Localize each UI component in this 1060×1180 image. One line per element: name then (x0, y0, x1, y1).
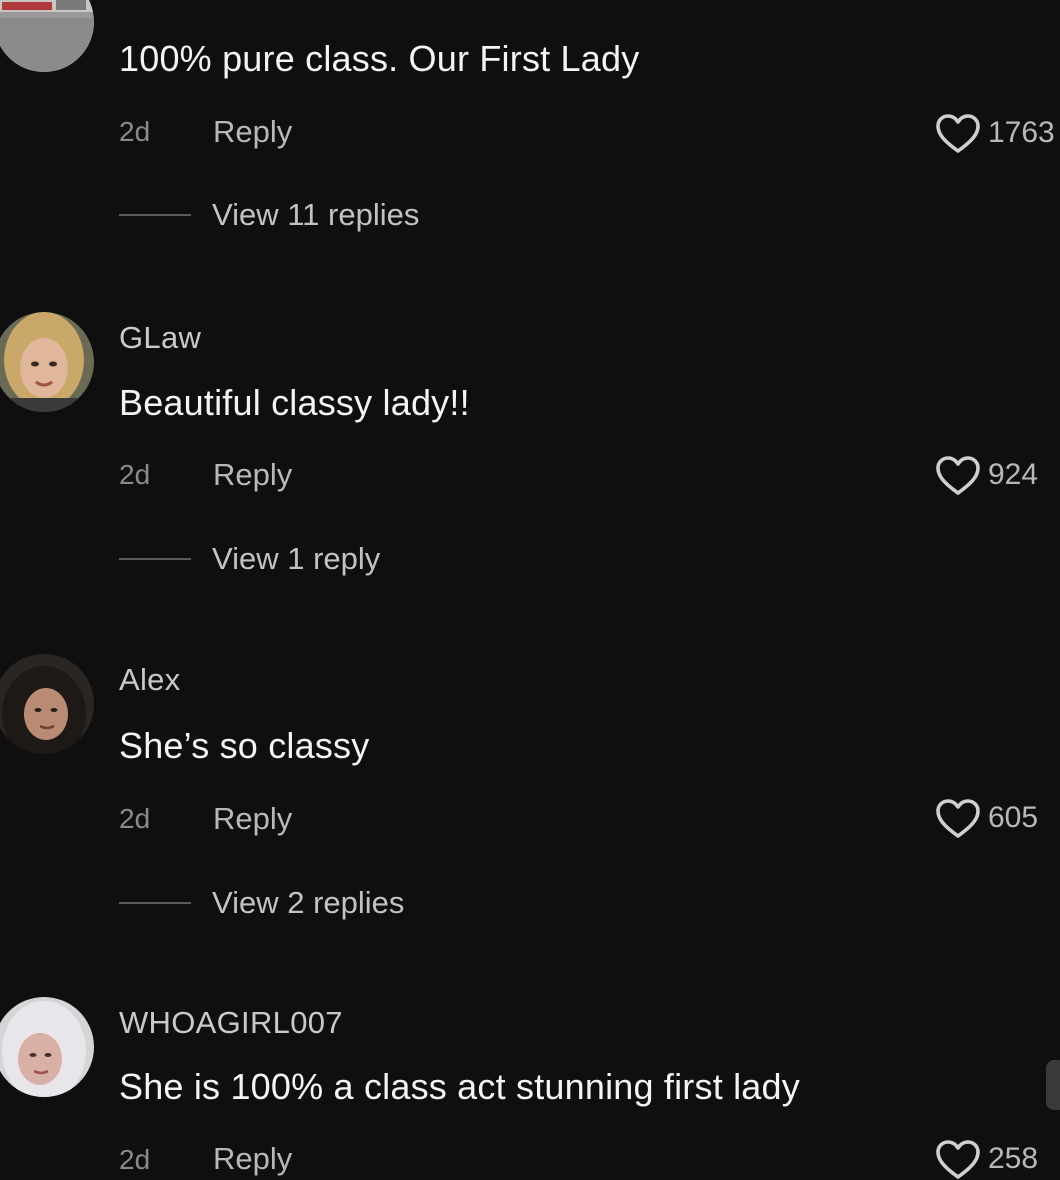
view-replies-label[interactable]: View 1 reply (212, 541, 380, 577)
reply-button[interactable]: Reply (213, 114, 292, 150)
commenter-avatar[interactable] (0, 997, 94, 1097)
heart-outline-icon[interactable] (934, 454, 982, 496)
comment-timestamp: 2d (119, 116, 151, 147)
replies-divider (119, 214, 191, 216)
like-count: 605 (988, 801, 1039, 834)
comment-text: 100% pure class. Our First Lady (119, 38, 640, 79)
view-replies-label[interactable]: View 2 replies (212, 885, 404, 921)
view-replies-button[interactable]: View 2 replies (119, 885, 404, 921)
comment-text: She’s so classy (119, 725, 370, 766)
heart-outline-icon[interactable] (934, 112, 982, 154)
commenter-username[interactable]: WHOAGIRL007 (119, 1005, 343, 1041)
like-count: 1763 (988, 116, 1055, 149)
like-button[interactable]: 258 (934, 1138, 1038, 1180)
like-count: 924 (988, 458, 1039, 491)
reply-button[interactable]: Reply (213, 801, 292, 837)
heart-outline-icon[interactable] (934, 1138, 982, 1180)
view-replies-button[interactable]: View 1 reply (119, 541, 380, 577)
view-replies-label[interactable]: View 11 replies (212, 197, 419, 233)
replies-divider (119, 558, 191, 560)
commenter-avatar[interactable] (0, 0, 94, 72)
comment-timestamp: 2d (119, 1144, 151, 1175)
commenter-username[interactable]: GLaw (119, 320, 201, 356)
comment-text: Beautiful classy lady!! (119, 382, 470, 423)
replies-divider (119, 902, 191, 904)
like-button[interactable]: 924 (934, 454, 1038, 496)
reply-button[interactable]: Reply (213, 457, 292, 493)
commenter-avatar[interactable] (0, 654, 94, 754)
floating-edge-button[interactable] (1046, 1060, 1060, 1110)
like-button[interactable]: 1763 (934, 112, 1055, 154)
commenter-username[interactable]: Alex (119, 662, 181, 698)
comment-timestamp: 2d (119, 803, 151, 834)
commenter-avatar[interactable] (0, 312, 94, 412)
like-count: 258 (988, 1142, 1039, 1175)
heart-outline-icon[interactable] (934, 797, 982, 839)
like-button[interactable]: 605 (934, 797, 1038, 839)
comment-timestamp: 2d (119, 459, 151, 490)
comment-text: She is 100% a class act stunning first l… (119, 1066, 800, 1107)
reply-button[interactable]: Reply (213, 1141, 292, 1177)
view-replies-button[interactable]: View 11 replies (119, 197, 419, 233)
